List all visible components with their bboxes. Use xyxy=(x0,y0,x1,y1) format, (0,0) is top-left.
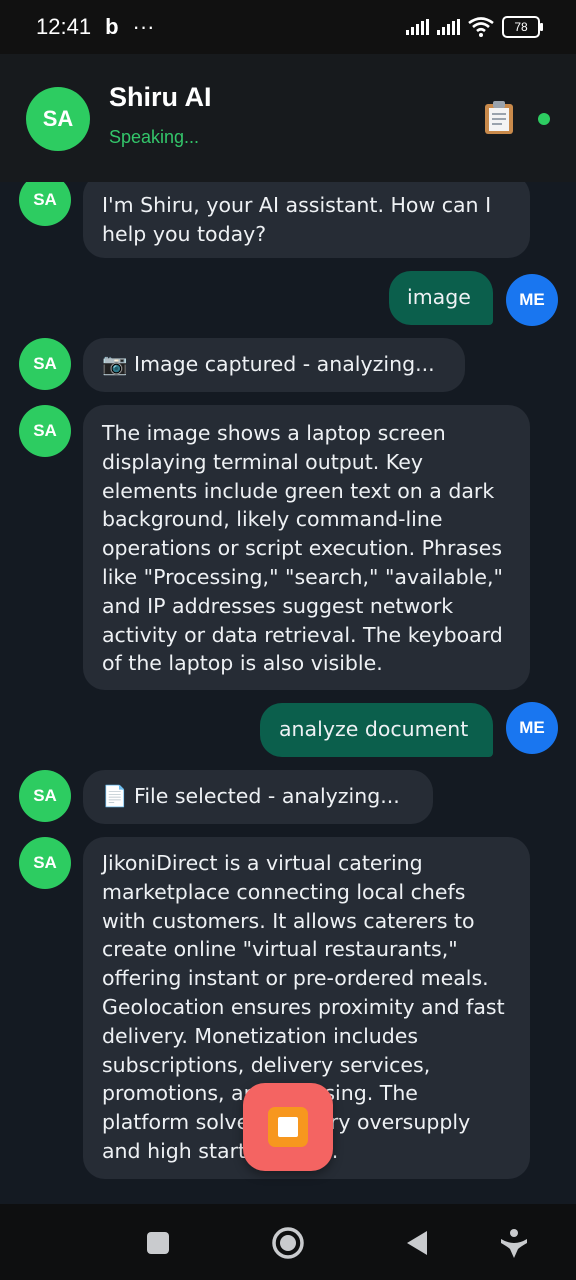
status-bar: 12:41 b ··· 78 xyxy=(0,0,576,54)
back-button[interactable] xyxy=(400,1226,434,1260)
ai-avatar: SA xyxy=(19,182,71,226)
ai-avatar: SA xyxy=(19,770,71,822)
chat-title: Shiru AI xyxy=(109,82,212,112)
status-bar-left: 12:41 b ··· xyxy=(36,14,155,40)
chat-messages[interactable]: SA I'm Shiru, your AI assistant. How can… xyxy=(0,182,576,1204)
more-notifications-icon: ··· xyxy=(132,14,155,39)
back-triangle-icon xyxy=(407,1231,427,1255)
ai-message-bubble: I'm Shiru, your AI assistant. How can I … xyxy=(83,182,530,258)
user-message-bubble: image xyxy=(389,271,493,325)
home-button[interactable] xyxy=(271,1226,305,1260)
user-message-bubble: analyze document xyxy=(260,703,493,757)
square-icon xyxy=(147,1232,169,1254)
ai-message-bubble: 📄 File selected - analyzing... xyxy=(83,770,433,824)
battery-icon: 78 xyxy=(502,16,543,38)
ai-avatar: SA xyxy=(19,837,71,889)
clock: 12:41 xyxy=(36,14,92,39)
status-bar-right: 78 xyxy=(406,16,543,38)
assistant-avatar: SA xyxy=(26,87,90,151)
notification-b-icon: b xyxy=(105,14,119,39)
signal-icon-2 xyxy=(437,19,460,35)
ai-message-bubble: The image shows a laptop screen displayi… xyxy=(83,405,530,690)
ai-avatar: SA xyxy=(19,338,71,390)
accessibility-icon xyxy=(501,1229,527,1258)
circle-home-icon xyxy=(272,1227,304,1259)
assistant-status: Speaking... xyxy=(109,127,200,147)
stop-icon xyxy=(268,1107,308,1147)
online-indicator xyxy=(538,113,550,125)
clipboard-icon xyxy=(485,101,513,134)
ai-message-bubble: 📷 Image captured - analyzing... xyxy=(83,338,465,392)
system-navigation-bar xyxy=(0,1204,576,1280)
recents-button[interactable] xyxy=(141,1226,175,1260)
chat-header: SA Shiru AI Speaking... xyxy=(0,54,576,182)
user-avatar: ME xyxy=(506,274,558,326)
accessibility-button[interactable] xyxy=(497,1226,531,1260)
signal-icon xyxy=(406,19,429,35)
user-avatar: ME xyxy=(506,702,558,754)
ai-avatar: SA xyxy=(19,405,71,457)
clipboard-button[interactable] xyxy=(480,98,518,136)
stop-speaking-button[interactable] xyxy=(243,1083,333,1171)
wifi-icon xyxy=(468,17,494,37)
